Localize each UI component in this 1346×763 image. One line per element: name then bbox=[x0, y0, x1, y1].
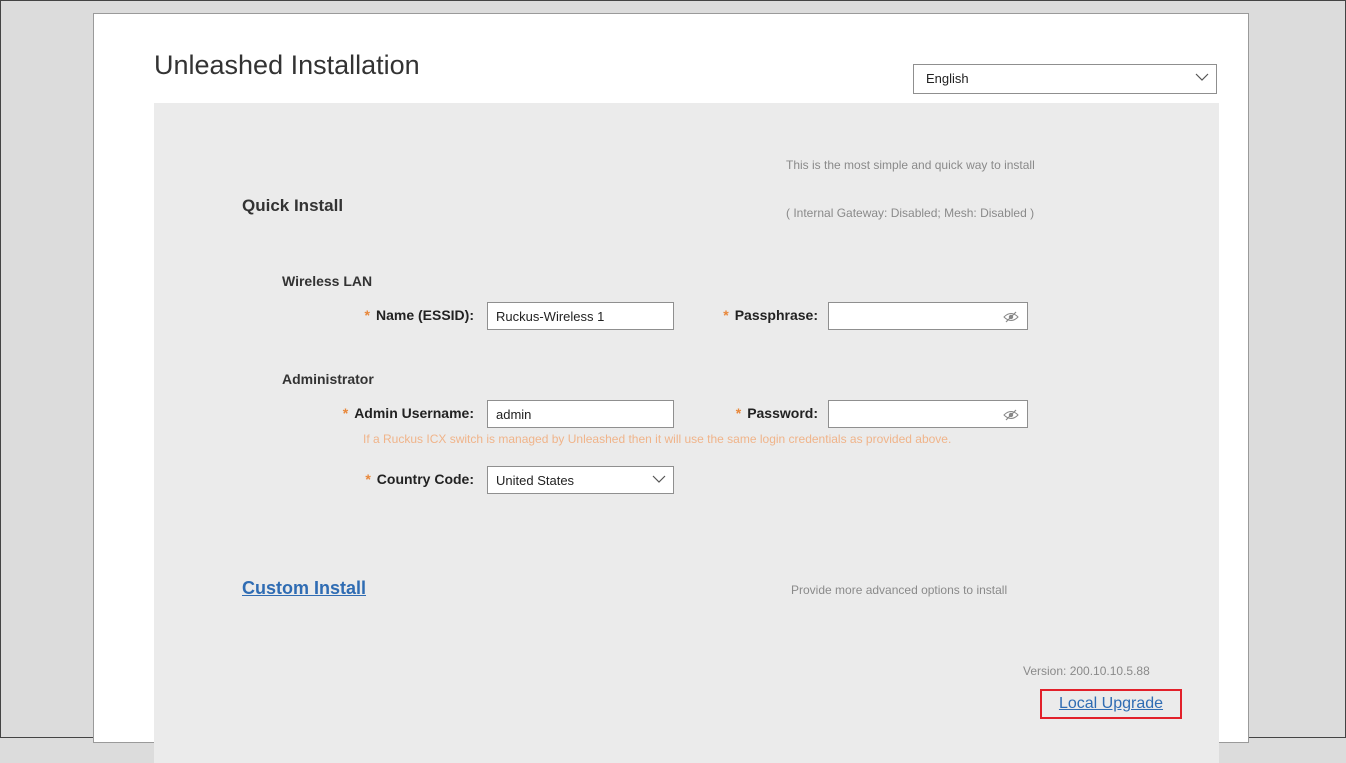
eye-slash-icon[interactable] bbox=[1003, 311, 1019, 323]
country-code-label-text: Country Code: bbox=[376, 471, 474, 487]
administrator-section-label: Administrator bbox=[282, 371, 374, 387]
language-selected-value: English bbox=[926, 71, 969, 86]
required-marker: * bbox=[365, 471, 371, 487]
version-text: Version: 200.10.10.5.88 bbox=[1023, 664, 1150, 678]
essid-input[interactable]: Ruckus-Wireless 1 bbox=[487, 302, 674, 330]
essid-label-text: Name (ESSID): bbox=[375, 307, 474, 323]
password-input[interactable] bbox=[828, 400, 1028, 428]
admin-username-input-value: admin bbox=[496, 407, 532, 422]
essid-input-value: Ruckus-Wireless 1 bbox=[496, 309, 605, 324]
essid-label: * Name (ESSID): bbox=[334, 307, 474, 323]
admin-username-input[interactable]: admin bbox=[487, 400, 674, 428]
eye-slash-icon[interactable] bbox=[1003, 409, 1019, 421]
quick-install-description: This is the most simple and quick way to… bbox=[786, 158, 1035, 172]
required-marker: * bbox=[342, 405, 349, 421]
custom-install-link[interactable]: Custom Install bbox=[242, 578, 366, 599]
chevron-down-icon bbox=[652, 475, 666, 483]
custom-install-description: Provide more advanced options to install bbox=[791, 583, 1008, 597]
passphrase-label: * Passphrase: bbox=[694, 307, 818, 323]
credentials-note: If a Ruckus ICX switch is managed by Unl… bbox=[363, 432, 952, 446]
installation-page: Unleashed Installation English Quick Ins… bbox=[93, 13, 1249, 763]
required-marker: * bbox=[723, 307, 729, 323]
passphrase-input[interactable] bbox=[828, 302, 1028, 330]
required-marker: * bbox=[364, 307, 370, 323]
chevron-down-icon bbox=[1195, 73, 1209, 81]
admin-username-label: * Admin Username: bbox=[304, 405, 474, 421]
country-code-label: * Country Code: bbox=[314, 471, 474, 487]
required-marker: * bbox=[735, 405, 742, 421]
country-code-value: United States bbox=[496, 473, 575, 488]
admin-username-label-text: Admin Username: bbox=[354, 405, 474, 421]
page-title: Unleashed Installation bbox=[154, 50, 420, 80]
passphrase-label-text: Passphrase: bbox=[734, 307, 818, 323]
local-upgrade-link[interactable]: Local Upgrade bbox=[1042, 691, 1180, 717]
country-code-select[interactable]: United States bbox=[487, 466, 674, 494]
quick-install-details: ( Internal Gateway: Disabled; Mesh: Disa… bbox=[786, 206, 1035, 220]
local-upgrade-highlight: Local Upgrade bbox=[1040, 689, 1182, 719]
wireless-lan-section-label: Wireless LAN bbox=[282, 273, 373, 289]
password-label-text: Password: bbox=[747, 405, 818, 421]
install-panel: Quick Install This is the most simple an… bbox=[154, 103, 1219, 763]
password-label: * Password: bbox=[694, 405, 818, 421]
language-select[interactable]: English bbox=[913, 64, 1217, 94]
quick-install-title: Quick Install bbox=[242, 196, 344, 215]
